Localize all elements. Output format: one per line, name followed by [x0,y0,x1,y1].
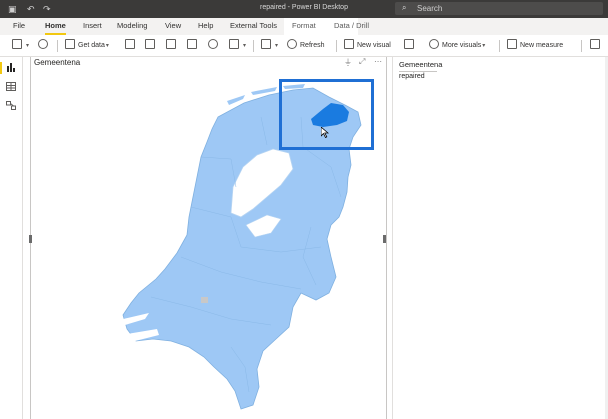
tab-external-tools[interactable]: External Tools [230,21,277,31]
ribbon-separator [57,40,58,52]
tab-home[interactable]: Home [45,21,66,35]
dataverse-button[interactable] [208,39,221,53]
format-painter-button[interactable] [38,39,51,53]
data-view-icon[interactable] [6,82,16,91]
title-bar: ▣ ↶ ↷ repaired - Power BI Desktop ⌕ Sear… [0,0,608,18]
get-data-label: Get data [78,42,105,49]
new-visual-label: New visual [357,42,391,49]
recent-sources-icon [229,39,239,49]
quick-measure-icon [590,39,600,49]
get-data-button[interactable]: Get data▾ [65,39,109,53]
enter-data-button[interactable] [187,39,200,53]
database-icon [65,39,75,49]
search-box[interactable]: ⌕ Search [395,2,603,15]
tab-insert[interactable]: Insert [83,21,102,31]
format-painter-icon [38,39,48,49]
transform-icon [261,39,271,49]
more-visuals-label: More visuals [442,42,482,49]
model-view-icon[interactable] [6,101,16,110]
recent-sources-button[interactable]: ▾ [229,39,246,53]
ribbon-separator [253,40,254,52]
tab-format[interactable]: Format [292,21,316,31]
more-visuals-icon [429,39,439,49]
ribbon-separator [499,40,500,52]
table-icon [187,39,197,49]
unmatched-region [201,297,208,303]
dataset-button[interactable] [145,39,158,53]
tab-help[interactable]: Help [198,21,213,31]
refresh-label: Refresh [300,42,325,49]
resize-handle-left[interactable] [29,235,32,243]
excel-icon [125,39,135,49]
ribbon-toolbar: ▾ Get data▾ ▾ ▾ Refresh New visual More … [0,35,608,57]
refresh-button[interactable]: Refresh [287,39,325,53]
search-icon: ⌕ [402,3,407,12]
paste-icon [12,39,22,49]
new-visual-button[interactable]: New visual [344,39,391,53]
field-header[interactable]: Gemeentena [399,60,442,72]
ribbon-separator [336,40,337,52]
new-measure-label: New measure [520,42,564,49]
cursor-icon [321,127,329,138]
sql-server-icon [166,39,176,49]
active-view-indicator [0,62,2,74]
view-switcher [0,57,23,419]
quick-measure-button[interactable] [590,39,603,53]
excel-button[interactable] [125,39,138,53]
new-visual-icon [344,39,354,49]
paste-button[interactable]: ▾ [12,39,29,53]
more-visuals-button[interactable]: More visuals▾ [429,39,485,53]
text-box-button[interactable] [404,39,417,53]
calculator-icon [507,39,517,49]
tab-file[interactable]: File [13,21,25,31]
resize-handle-right[interactable] [383,235,386,243]
tab-view[interactable]: View [165,21,181,31]
field-value[interactable]: repaired [399,73,425,80]
report-view-icon[interactable] [6,63,16,72]
text-box-icon [404,39,414,49]
ribbon-separator [581,40,582,52]
dataset-icon [145,39,155,49]
tab-modeling[interactable]: Modeling [117,21,147,31]
new-measure-button[interactable]: New measure [507,39,563,53]
transform-data-button[interactable]: ▾ [261,39,278,53]
annotation-highlight-box [279,79,374,150]
fields-pane: Gemeentena repaired [392,57,608,419]
refresh-icon [287,39,297,49]
tab-data-drill[interactable]: Data / Drill [334,21,369,31]
sql-button[interactable] [166,39,179,53]
dataverse-icon [208,39,218,49]
search-placeholder: Search [417,4,443,13]
